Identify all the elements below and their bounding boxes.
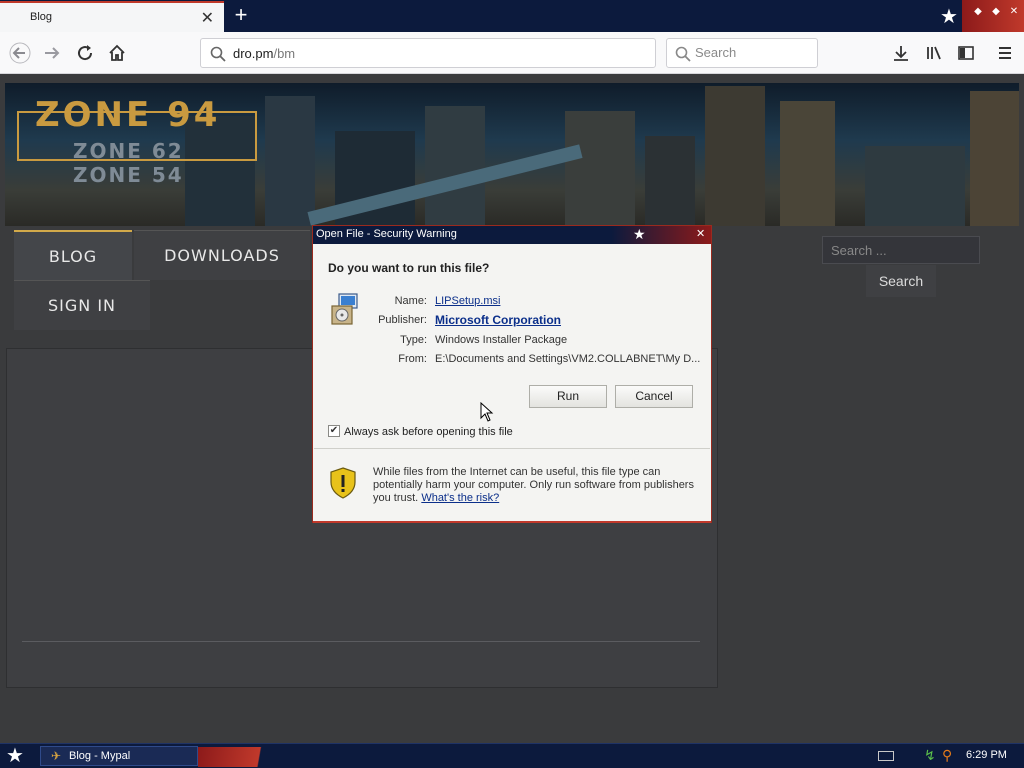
browser-task-icon: ✈: [51, 749, 62, 763]
network-icon[interactable]: ↯: [924, 747, 936, 764]
browser-search-input[interactable]: [695, 45, 813, 60]
site-search-button[interactable]: Search: [866, 265, 936, 297]
close-window-icon[interactable]: ✕: [1006, 4, 1022, 20]
reload-button[interactable]: [70, 38, 100, 68]
always-ask-checkbox[interactable]: ✔: [328, 425, 340, 437]
from-label: From:: [398, 353, 427, 365]
forward-arrow-icon: [45, 47, 60, 59]
keyboard-icon[interactable]: [878, 751, 894, 761]
dialog-question: Do you want to run this file?: [328, 261, 490, 275]
whats-the-risk-link[interactable]: What's the risk?: [421, 492, 499, 504]
dialog-divider: [314, 448, 710, 449]
address-bar[interactable]: dro.pm/bm: [200, 38, 656, 68]
tab-blog[interactable]: Blog ✕: [0, 1, 224, 32]
hamburger-menu-icon: [999, 47, 1011, 59]
warning-shield-icon: [330, 467, 356, 499]
maximize-icon[interactable]: ◆: [988, 4, 1004, 20]
content-divider: [22, 641, 700, 642]
nav-downloads[interactable]: DOWNLOADS: [134, 230, 310, 280]
logo-subtitle-2: ZONE 54: [73, 163, 184, 187]
file-type-value: Windows Installer Package: [435, 334, 568, 346]
sidebar-icon: [958, 46, 974, 60]
security-warning-dialog: Open File - Security Warning ★ ✕ Do you …: [312, 225, 712, 523]
logo-subtitle-1: ZONE 62: [73, 139, 184, 163]
dialog-title: Open File - Security Warning: [316, 228, 457, 240]
star-icon: ★: [633, 226, 646, 242]
dialog-titlebar[interactable]: Open File - Security Warning ★ ✕: [313, 226, 711, 244]
search-icon: [210, 46, 226, 62]
url-host: dro.pm: [233, 46, 274, 61]
nav-sign-in[interactable]: SIGN IN: [14, 280, 150, 330]
taskbar-clock: 6:29 PM: [966, 749, 1007, 761]
taskbar-decoration: [198, 747, 308, 767]
publisher-link[interactable]: Microsoft Corporation: [435, 313, 561, 327]
name-label: Name:: [394, 295, 427, 307]
download-icon: [894, 46, 908, 61]
tab-strip: Blog ✕ + ★ ◆ ◆ ✕: [0, 0, 1024, 32]
tab-close-icon[interactable]: ✕: [201, 8, 214, 28]
taskbar: ★ ✈ Blog - Mypal ↯ ⚲ 6:29 PM: [0, 743, 1024, 768]
site-search-input[interactable]: [823, 237, 979, 263]
mouse-cursor-icon: [480, 402, 494, 422]
taskbar-item-label: Blog - Mypal: [69, 750, 131, 762]
url-path: /bm: [273, 46, 296, 61]
nav-blog[interactable]: BLOG: [14, 230, 132, 280]
taskbar-item-browser[interactable]: ✈ Blog - Mypal: [40, 746, 198, 766]
file-source-value: E:\Documents and Settings\VM2.COLLABNET\…: [435, 353, 701, 365]
start-star-icon[interactable]: ★: [6, 745, 24, 767]
search-icon: [675, 46, 691, 62]
dialog-bottom-accent: [313, 521, 711, 523]
back-arrow-icon: [9, 42, 31, 64]
browser-search-bar[interactable]: [666, 38, 818, 68]
publisher-label: Publisher:: [378, 314, 427, 326]
file-name-link[interactable]: LIPSetup.msi: [435, 295, 500, 307]
search-tray-icon[interactable]: ⚲: [942, 747, 952, 764]
tab-title: Blog: [30, 11, 53, 23]
back-button[interactable]: [5, 38, 35, 68]
library-icon: [927, 46, 941, 60]
warning-message: While files from the Internet can be use…: [373, 466, 699, 505]
new-tab-button[interactable]: +: [230, 2, 252, 28]
reload-icon: [78, 45, 93, 61]
minimize-icon[interactable]: ◆: [970, 4, 986, 20]
home-button[interactable]: [102, 38, 132, 68]
star-icon: ★: [940, 6, 958, 28]
window-controls: ◆ ◆ ✕: [962, 0, 1024, 32]
home-icon: [109, 44, 125, 61]
run-button[interactable]: Run: [529, 385, 607, 408]
cancel-button[interactable]: Cancel: [615, 385, 693, 408]
site-logo: ZONE 94: [35, 95, 221, 135]
always-ask-label: Always ask before opening this file: [344, 426, 513, 438]
site-search-box[interactable]: [822, 236, 980, 264]
site-banner: ZONE 94 ZONE 62 ZONE 54: [5, 83, 1019, 226]
downloads-button[interactable]: [886, 38, 916, 68]
nav-toolbar: dro.pm/bm: [0, 32, 1024, 74]
library-button[interactable]: [919, 38, 949, 68]
dialog-close-icon[interactable]: ✕: [696, 227, 705, 240]
type-label: Type:: [400, 334, 427, 346]
forward-button[interactable]: [37, 38, 67, 68]
menu-button[interactable]: [990, 38, 1020, 68]
url-text: dro.pm/bm: [233, 46, 295, 61]
sidebar-button[interactable]: [951, 38, 981, 68]
